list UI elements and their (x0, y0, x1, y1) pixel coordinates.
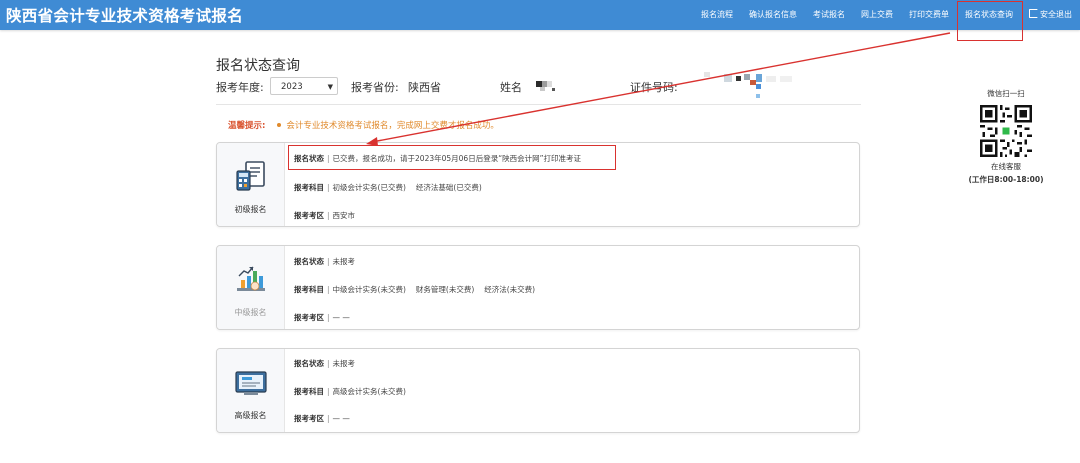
year-label: 报考年度: (216, 81, 264, 94)
subjects-row: 报考科目 | 中级会计实务(未交费) 财务管理(未交费) 经济法(未交费) (294, 285, 536, 294)
status-value: 未报考 (332, 257, 356, 266)
card-junior-label: 初级报名 (234, 205, 267, 214)
calculator-document-icon (236, 161, 265, 191)
filter-divider (216, 104, 861, 105)
status-row: 报名状态 | 未报考 (294, 359, 356, 368)
area-value: 西安市 (332, 211, 356, 220)
nav-print-receipt[interactable]: 打印交费单 (901, 0, 957, 30)
filter-row: 报考年度: 2023 ▼ 报考省份: 陕西省 姓名 证件号码: (216, 72, 861, 98)
bullet-icon (277, 123, 282, 127)
year-select-value: 2023 (281, 82, 303, 92)
area-value: — — (332, 414, 350, 423)
card-junior-side: 初级报名 (217, 143, 285, 226)
subjects-key: 报考科目 (294, 183, 324, 192)
nav-highlight-box (957, 1, 1023, 41)
status-key: 报名状态 (294, 257, 324, 266)
id-redacted (696, 72, 816, 102)
area-row: 报考考区 | 西安市 (294, 211, 356, 220)
site-title: 陕西省会计专业技术资格考试报名 (6, 7, 244, 25)
subject-item: 经济法基础(已交费) (415, 183, 482, 192)
notice-label: 温馨提示: (228, 121, 266, 131)
nav-exam-register[interactable]: 考试报名 (805, 0, 853, 30)
card-intermediate-side: 中级报名 (217, 246, 285, 329)
subject-item: 经济法(未交费) (484, 285, 536, 294)
subjects-key: 报考科目 (294, 285, 324, 294)
notice-text-wrap: 会计专业技术资格考试报名，完成网上交费才报名成功。 (277, 121, 499, 131)
certificate-icon (235, 371, 267, 395)
card-senior-label: 高级报名 (234, 411, 267, 420)
page-title: 报名状态查询 (216, 58, 300, 74)
subjects-key: 报考科目 (294, 387, 324, 396)
top-bar: 陕西省会计专业技术资格考试报名 报名流程 确认报名信息 考试报名 网上交费 打印… (0, 0, 1080, 30)
status-key: 报名状态 (294, 359, 324, 368)
subject-item: 财务管理(未交费) (415, 285, 475, 294)
province-label: 报考省份: (351, 81, 399, 94)
name-redacted (536, 79, 570, 93)
subject-item: 中级会计实务(未交费) (332, 285, 406, 294)
qr-hours: (工作日8:00-18:00) (968, 175, 1044, 184)
qr-panel: 微信扫一扫 在线客服 (工作日8:00-18:00) (966, 88, 1046, 185)
nav-logout-label: 安全退出 (1040, 10, 1072, 19)
card-senior-side: 高级报名 (217, 349, 285, 432)
province-value: 陕西省 (408, 81, 441, 94)
qr-subtitle: 在线客服 (991, 162, 1021, 171)
qr-title: 微信扫一扫 (987, 89, 1025, 98)
status-highlight-box (288, 145, 616, 170)
logout-icon (1029, 9, 1038, 18)
nav-online-pay[interactable]: 网上交费 (853, 0, 901, 30)
notice-text: 会计专业技术资格考试报名，完成网上交费才报名成功。 (286, 121, 499, 131)
subjects-row: 报考科目 | 初级会计实务(已交费) 经济法基础(已交费) (294, 183, 482, 192)
subject-item: 高级会计实务(未交费) (332, 387, 406, 396)
chevron-down-icon: ▼ (327, 83, 333, 91)
nav-logout[interactable]: 安全退出 (1021, 0, 1080, 30)
id-label: 证件号码: (630, 81, 678, 94)
notice: 温馨提示: 会计专业技术资格考试报名，完成网上交费才报名成功。 (228, 119, 499, 131)
nav-confirm-info[interactable]: 确认报名信息 (741, 0, 805, 30)
status-value: 未报考 (332, 359, 356, 368)
card-intermediate: 中级报名 报名状态 | 未报考 报考科目 | 中级会计实务(未交费) 财务管理(未交费) 经… (216, 245, 860, 330)
area-key: 报考考区 (294, 414, 324, 423)
area-row: 报考考区 | — — (294, 313, 350, 322)
area-key: 报考考区 (294, 211, 324, 220)
area-key: 报考考区 (294, 313, 324, 322)
card-intermediate-label: 中级报名 (234, 308, 267, 317)
subjects-row: 报考科目 | 高级会计实务(未交费) (294, 387, 406, 396)
area-row: 报考考区 | — — (294, 414, 350, 423)
subject-item: 初级会计实务(已交费) (332, 183, 406, 192)
status-row: 报名状态 | 未报考 (294, 257, 356, 266)
nav-process[interactable]: 报名流程 (693, 0, 741, 30)
name-label: 姓名 (500, 81, 522, 94)
qr-code[interactable] (980, 105, 1032, 157)
growth-chart-icon (237, 266, 265, 291)
year-select[interactable]: 2023 ▼ (270, 77, 338, 95)
area-value: — — (332, 313, 350, 322)
card-senior: 高级报名 报名状态 | 未报考 报考科目 | 高级会计实务(未交费) 报考考区 | — — (216, 348, 860, 433)
